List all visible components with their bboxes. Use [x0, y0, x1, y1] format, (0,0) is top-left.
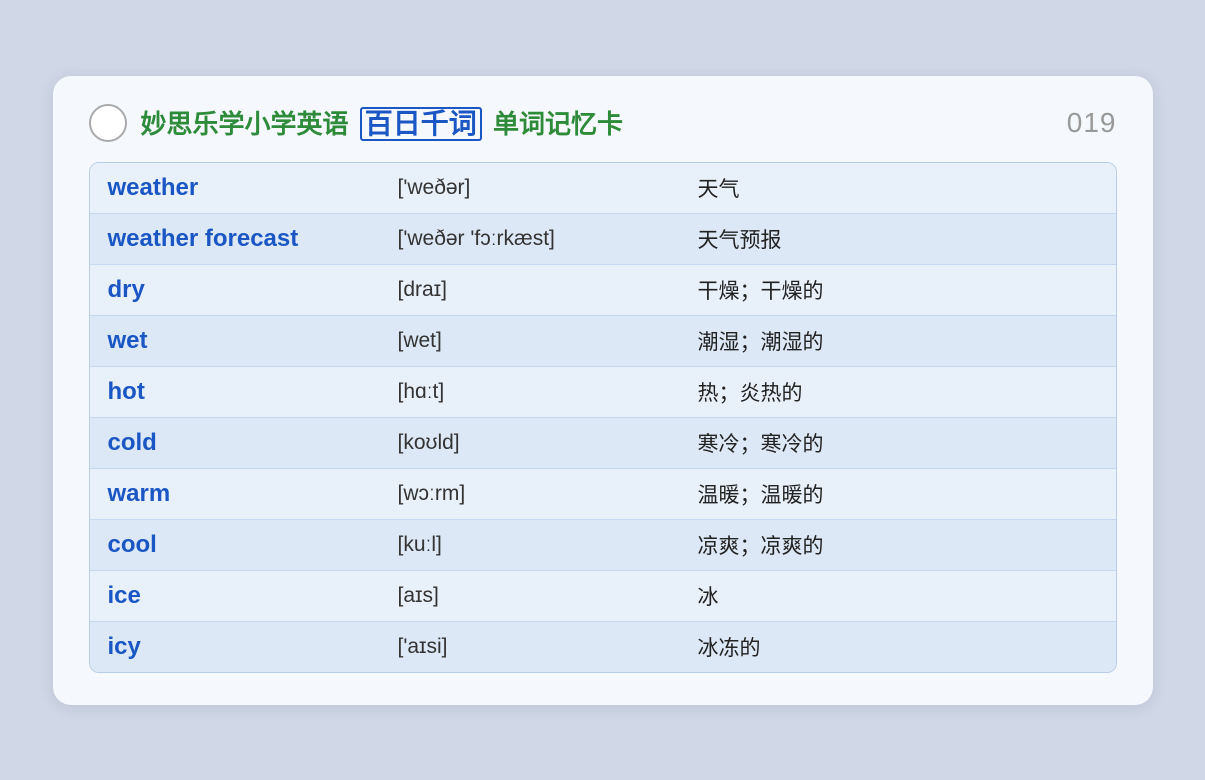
circle-logo [89, 104, 127, 142]
word-cell: weather forecast [90, 214, 380, 265]
meaning-cell: 潮湿；潮湿的 [680, 316, 1116, 367]
table-row: warm[wɔːrm]温暖；温暖的 [90, 469, 1116, 520]
table-row: hot[hɑːt]热；炎热的 [90, 367, 1116, 418]
phonetic-cell: [kuːl] [380, 520, 680, 571]
word-cell: wet [90, 316, 380, 367]
phonetic-cell: [draɪ] [380, 265, 680, 316]
word-cell: cool [90, 520, 380, 571]
word-cell: dry [90, 265, 380, 316]
table-row: cool[kuːl]凉爽；凉爽的 [90, 520, 1116, 571]
phonetic-cell: [koʊld] [380, 418, 680, 469]
header-title: 妙思乐学小学英语 百日千词 单词记忆卡 [141, 104, 624, 142]
meaning-cell: 冰 [680, 571, 1116, 622]
phonetic-cell: ['weðər] [380, 163, 680, 214]
meaning-cell: 温暖；温暖的 [680, 469, 1116, 520]
title-prefix: 妙思乐学小学英语 [141, 109, 349, 139]
meaning-cell: 热；炎热的 [680, 367, 1116, 418]
phonetic-cell: [wɔːrm] [380, 469, 680, 520]
card-header: 妙思乐学小学英语 百日千词 单词记忆卡 019 [89, 104, 1117, 142]
meaning-cell: 冰冻的 [680, 622, 1116, 672]
vocab-table: weather['weðər]天气weather forecast['weðər… [89, 162, 1117, 673]
word-cell: icy [90, 622, 380, 672]
phonetic-cell: ['aɪsi] [380, 622, 680, 672]
meaning-cell: 凉爽；凉爽的 [680, 520, 1116, 571]
phonetic-cell: [aɪs] [380, 571, 680, 622]
meaning-cell: 寒冷；寒冷的 [680, 418, 1116, 469]
title-suffix: 单词记忆卡 [493, 109, 623, 139]
word-cell: cold [90, 418, 380, 469]
table-row: weather forecast['weðər 'fɔːrkæst]天气预报 [90, 214, 1116, 265]
table-row: cold[koʊld]寒冷；寒冷的 [90, 418, 1116, 469]
phonetic-cell: [wet] [380, 316, 680, 367]
meaning-cell: 天气 [680, 163, 1116, 214]
meaning-cell: 干燥；干燥的 [680, 265, 1116, 316]
table-row: icy['aɪsi]冰冻的 [90, 622, 1116, 672]
table-row: wet[wet]潮湿；潮湿的 [90, 316, 1116, 367]
table-row: ice[aɪs]冰 [90, 571, 1116, 622]
vocab-card: 妙思乐学小学英语 百日千词 单词记忆卡 019 weather['weðər]天… [53, 76, 1153, 705]
table-row: dry[draɪ]干燥；干燥的 [90, 265, 1116, 316]
word-cell: warm [90, 469, 380, 520]
phonetic-cell: [hɑːt] [380, 367, 680, 418]
brand-text: 百日千词 [360, 107, 482, 142]
card-number: 019 [1067, 107, 1117, 139]
word-cell: weather [90, 163, 380, 214]
table-row: weather['weðər]天气 [90, 163, 1116, 214]
word-cell: hot [90, 367, 380, 418]
phonetic-cell: ['weðər 'fɔːrkæst] [380, 214, 680, 265]
meaning-cell: 天气预报 [680, 214, 1116, 265]
word-cell: ice [90, 571, 380, 622]
header-left: 妙思乐学小学英语 百日千词 单词记忆卡 [89, 104, 624, 142]
